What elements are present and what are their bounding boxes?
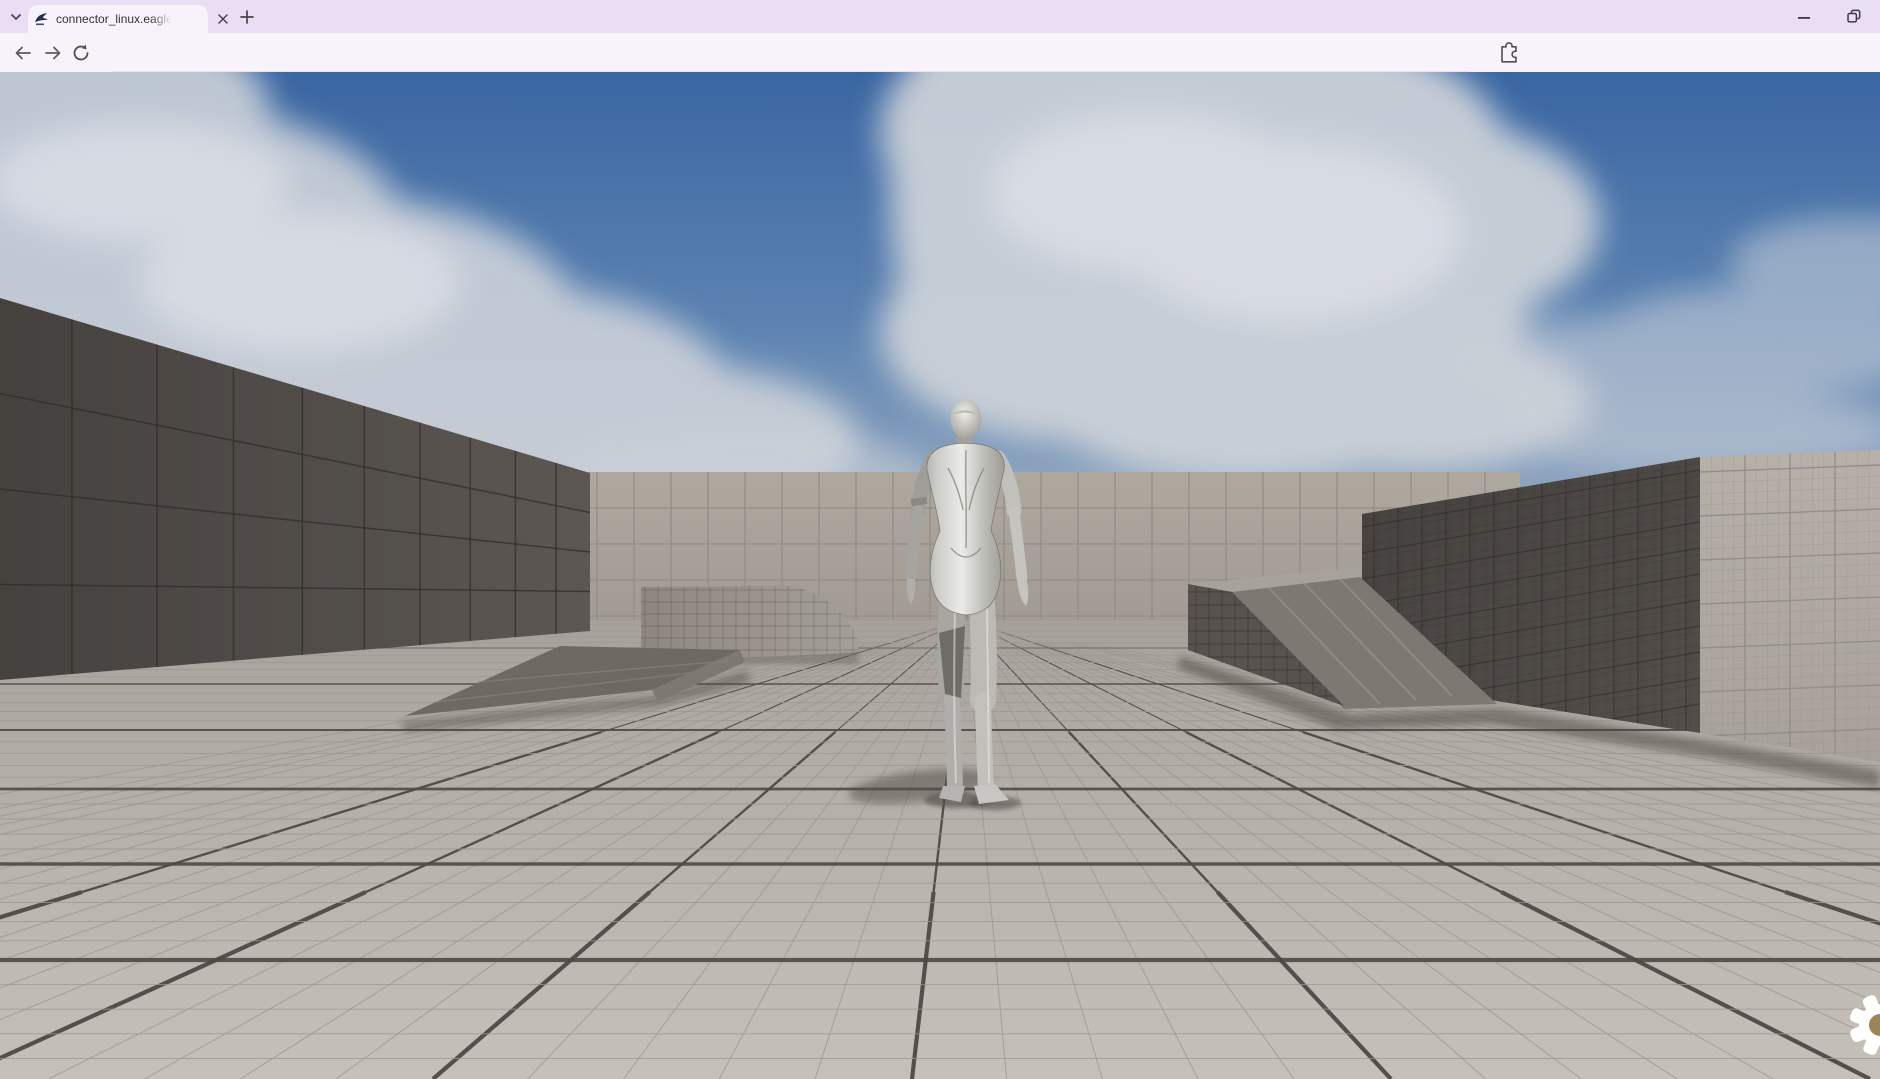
restore-icon xyxy=(1845,8,1863,26)
reload-icon xyxy=(70,42,92,64)
chevron-down-icon xyxy=(6,7,26,27)
minimize-button[interactable] xyxy=(1793,7,1815,27)
minimize-icon xyxy=(1796,9,1812,25)
arrow-right-icon xyxy=(42,42,64,64)
restore-button[interactable] xyxy=(1843,6,1865,28)
tab-title: connector_linux.eagle3dstreami xyxy=(56,12,174,26)
gear-icon xyxy=(1845,990,1880,1060)
stream-canvas[interactable] xyxy=(0,72,1880,1079)
tab-strip: connector_linux.eagle3dstreami xyxy=(0,0,1880,33)
close-icon xyxy=(217,13,229,25)
arrow-left-icon xyxy=(12,42,34,64)
puzzle-piece-icon xyxy=(1497,41,1521,65)
new-tab-button[interactable] xyxy=(236,6,258,28)
favicon-eagle3d-icon xyxy=(34,11,50,27)
extensions-button[interactable] xyxy=(1494,38,1524,68)
reload-button[interactable] xyxy=(66,38,96,68)
tab-search-button[interactable] xyxy=(6,7,26,27)
back-button[interactable] xyxy=(8,38,38,68)
scene-3d xyxy=(0,72,1880,1079)
forward-button[interactable] xyxy=(38,38,68,68)
settings-gear-button[interactable] xyxy=(1845,990,1880,1060)
close-tab-button[interactable] xyxy=(216,12,230,26)
active-tab[interactable]: connector_linux.eagle3dstreami xyxy=(28,5,208,33)
browser-toolbar: connector_linux.eagle3dstreaming.com/v5/… xyxy=(0,33,1880,72)
plus-icon xyxy=(239,9,255,25)
browser-window: connector_linux.eagle3dstreami xyxy=(0,0,1880,1079)
